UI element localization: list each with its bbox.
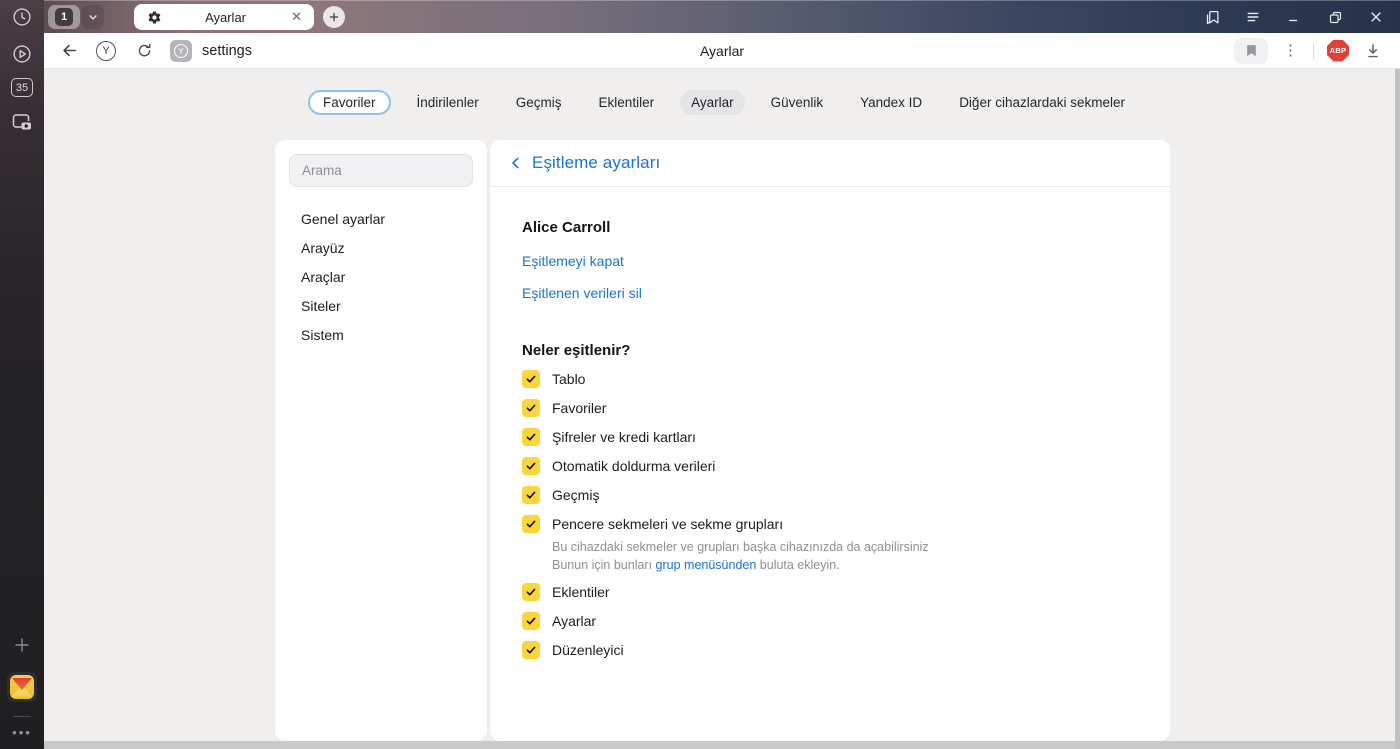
gear-icon xyxy=(148,10,161,23)
checkbox-checked-icon[interactable] xyxy=(522,641,540,659)
address-toolbar: Y Y settings Ayarlar ⋮ ABP xyxy=(44,33,1400,69)
checkbox-checked-icon[interactable] xyxy=(522,428,540,446)
yandex-mail-icon[interactable] xyxy=(7,672,37,702)
yandex-search-icon[interactable]: Y xyxy=(96,40,116,61)
sidebar-item-siteler[interactable]: Siteler xyxy=(275,291,487,320)
sync-option-description: Bu cihazdaki sekmeler ve grupları başka … xyxy=(552,540,929,572)
sync-option-pencere-sekmeleri[interactable]: Pencere sekmeleri ve sekme grupları xyxy=(522,515,1138,533)
play-media-icon[interactable] xyxy=(9,41,35,67)
back-chevron-icon xyxy=(509,156,523,170)
tab-group-count: 1 xyxy=(55,8,73,26)
history-clock-icon[interactable] xyxy=(9,4,35,30)
checkbox-checked-icon[interactable] xyxy=(522,583,540,601)
settings-top-nav: Favoriler İndirilenler Geçmiş Eklentiler… xyxy=(44,90,1400,115)
sidebar-item-araclar[interactable]: Araçlar xyxy=(275,262,487,291)
add-panel-icon[interactable] xyxy=(9,632,35,658)
tab-group-button[interactable]: 1 xyxy=(48,5,80,29)
scrollbar[interactable] xyxy=(1395,69,1400,749)
sync-option-gecmis[interactable]: Geçmiş xyxy=(522,486,1138,504)
sync-option-tablo[interactable]: Tablo xyxy=(522,370,1138,388)
checkbox-checked-icon[interactable] xyxy=(522,612,540,630)
sync-option-eklentiler[interactable]: Eklentiler xyxy=(522,583,1138,601)
refresh-icon[interactable] xyxy=(132,42,156,59)
nav-tab-yandex-id[interactable]: Yandex ID xyxy=(849,90,933,115)
extensions-menu-icon[interactable]: ⋮ xyxy=(1281,43,1300,58)
delete-synced-data-link[interactable]: Eşitlenen verileri sil xyxy=(522,285,1138,301)
sync-option-sifreler[interactable]: Şifreler ve kredi kartları xyxy=(522,428,1138,446)
toolbar-separator xyxy=(1313,42,1314,59)
minimize-icon[interactable] xyxy=(1285,8,1303,26)
nav-tab-indirilenler[interactable]: İndirilenler xyxy=(406,90,490,115)
tab-title: Ayarlar xyxy=(205,9,247,25)
menu-icon[interactable] xyxy=(1244,8,1262,26)
close-window-icon[interactable] xyxy=(1367,8,1385,26)
nav-tab-ayarlar[interactable]: Ayarlar xyxy=(680,90,745,115)
settings-page: Favoriler İndirilenler Geçmiş Eklentiler… xyxy=(44,69,1400,749)
checkbox-checked-icon[interactable] xyxy=(522,486,540,504)
rail-divider xyxy=(13,716,31,717)
sync-option-ayarlar[interactable]: Ayarlar xyxy=(522,612,1138,630)
close-icon[interactable]: ✕ xyxy=(289,9,304,25)
checkbox-checked-icon[interactable] xyxy=(522,399,540,417)
back-icon[interactable] xyxy=(56,41,82,60)
titlebar: 1 Ayarlar ✕ xyxy=(44,0,1400,33)
sidebar-item-arayuz[interactable]: Arayüz xyxy=(275,233,487,262)
sync-items-heading: Neler eşitlenir? xyxy=(522,342,631,359)
nav-tab-gecmis[interactable]: Geçmiş xyxy=(505,90,573,115)
sync-header-back[interactable]: Eşitleme ayarları xyxy=(490,140,1170,187)
nav-tab-favoriler[interactable]: Favoriler xyxy=(307,90,391,115)
restore-icon[interactable] xyxy=(1326,8,1344,26)
group-menu-link[interactable]: grup menüsünden xyxy=(656,558,757,572)
browser-side-rail: 35 ••• xyxy=(0,0,44,749)
checkbox-checked-icon[interactable] xyxy=(522,370,540,388)
tab-ayarlar[interactable]: Ayarlar ✕ xyxy=(134,4,314,30)
checkbox-checked-icon[interactable] xyxy=(522,515,540,533)
address-bar-url[interactable]: settings xyxy=(202,43,252,59)
tab-counter-badge[interactable]: 35 xyxy=(11,78,33,97)
abp-extension-icon[interactable]: ABP xyxy=(1327,39,1349,62)
search-input[interactable] xyxy=(289,154,473,187)
nav-tab-diger-cihazlar[interactable]: Diğer cihazlardaki sekmeler xyxy=(948,90,1136,115)
nav-tab-guvenlik[interactable]: Güvenlik xyxy=(760,90,835,115)
new-tab-button[interactable] xyxy=(323,6,345,28)
chevron-down-icon[interactable] xyxy=(82,5,104,29)
bookmarks-panel-icon[interactable] xyxy=(1203,8,1221,26)
screenshot-icon[interactable] xyxy=(9,109,35,135)
checkbox-checked-icon[interactable] xyxy=(522,457,540,475)
window-bottom-edge xyxy=(44,741,1400,749)
nav-tab-eklentiler[interactable]: Eklentiler xyxy=(588,90,666,115)
account-name: Alice Carroll xyxy=(522,219,611,236)
sync-option-favoriler[interactable]: Favoriler xyxy=(522,399,1138,417)
settings-sidebar: Genel ayarlar Arayüz Araçlar Siteler Sis… xyxy=(275,140,487,741)
more-icon[interactable]: ••• xyxy=(12,725,32,740)
sync-option-duzenleyici[interactable]: Düzenleyici xyxy=(522,641,1138,659)
page-favicon: Y xyxy=(170,39,192,62)
sidebar-item-genel-ayarlar[interactable]: Genel ayarlar xyxy=(275,204,487,233)
sync-option-otomatik-doldurma[interactable]: Otomatik doldurma verileri xyxy=(522,457,1138,475)
sidebar-item-sistem[interactable]: Sistem xyxy=(275,320,487,349)
sync-title: Eşitleme ayarları xyxy=(532,153,661,172)
disable-sync-link[interactable]: Eşitlemeyi kapat xyxy=(522,253,1138,269)
download-icon[interactable] xyxy=(1362,42,1384,60)
sync-settings-panel: Eşitleme ayarları Alice Carroll Eşitleme… xyxy=(490,140,1170,741)
bookmark-icon[interactable] xyxy=(1234,37,1268,64)
